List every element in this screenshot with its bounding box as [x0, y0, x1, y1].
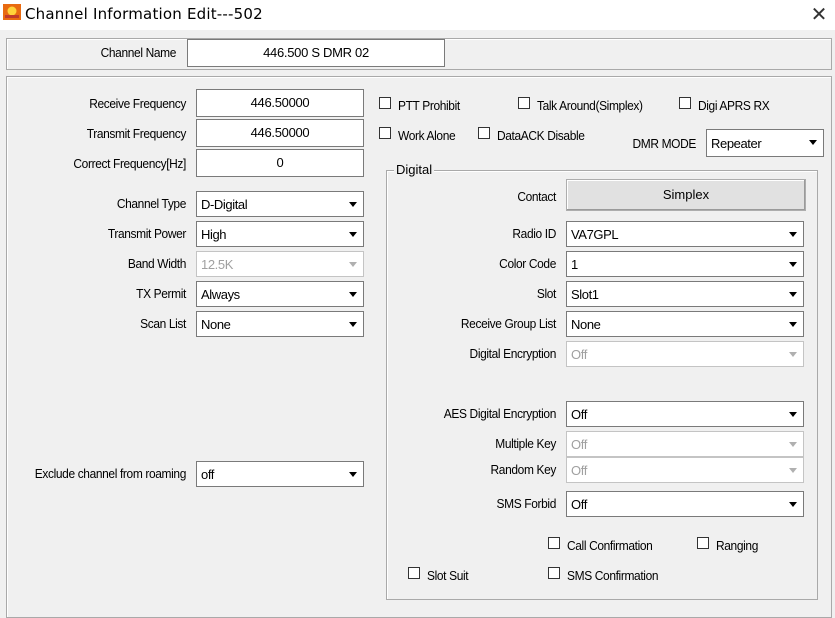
chevron-down-icon[interactable] — [344, 283, 362, 305]
random-key-label: Random Key — [490, 462, 557, 477]
call-confirmation-label: Call Confirmation — [567, 538, 653, 553]
ptt-prohibit-label: PTT Prohibit — [398, 98, 460, 113]
tx-permit-value: Always — [201, 287, 240, 302]
band-width-label: Band Width — [127, 256, 187, 271]
color-code-value: 1 — [571, 257, 578, 272]
window-title: Channel Information Edit---502 — [25, 5, 263, 23]
channel-type-select[interactable]: D-Digital — [196, 191, 364, 217]
transmit-power-select[interactable]: High — [196, 221, 364, 247]
chevron-down-icon[interactable] — [784, 223, 802, 245]
tx-permit-select[interactable]: Always — [196, 281, 364, 307]
dmr-mode-label: DMR MODE — [632, 136, 696, 151]
sms-forbid-select[interactable]: Off — [566, 491, 804, 517]
scan-list-label: Scan List — [140, 316, 186, 331]
chevron-down-icon[interactable] — [784, 493, 802, 515]
slot-suit-checkbox[interactable] — [408, 567, 420, 579]
radio-id-label: Radio ID — [512, 226, 556, 241]
band-width-select: 12.5K — [196, 251, 364, 277]
slot-select[interactable]: Slot1 — [566, 281, 804, 307]
slot-value: Slot1 — [571, 287, 599, 302]
transmit-frequency-label: Transmit Frequency — [86, 126, 187, 141]
dmr-mode-select[interactable]: Repeater — [706, 129, 824, 157]
color-code-select[interactable]: 1 — [566, 251, 804, 277]
scan-list-select[interactable]: None — [196, 311, 364, 337]
tx-permit-label: TX Permit — [136, 286, 186, 301]
exclude-roaming-select[interactable]: off — [196, 461, 364, 487]
chevron-down-icon[interactable] — [344, 313, 362, 335]
channel-name-input[interactable]: 446.500 S DMR 02 — [187, 39, 445, 67]
sms-confirmation-label: SMS Confirmation — [567, 568, 659, 583]
chevron-down-icon[interactable] — [344, 463, 362, 485]
chevron-down-icon[interactable] — [344, 223, 362, 245]
correct-frequency-input[interactable]: 0 — [196, 149, 364, 177]
multiple-key-select: Off — [566, 431, 804, 457]
chevron-down-icon[interactable] — [784, 283, 802, 305]
ranging-checkbox[interactable] — [697, 537, 709, 549]
chevron-down-icon[interactable] — [804, 131, 822, 155]
digital-encryption-label: Digital Encryption — [469, 346, 557, 361]
random-key-value: Off — [571, 463, 587, 478]
channel-name-label: Channel Name — [100, 45, 177, 60]
digital-encryption-select: Off — [566, 341, 804, 367]
aes-digital-encryption-value: Off — [571, 407, 587, 422]
band-width-value: 12.5K — [201, 257, 233, 272]
sms-forbid-value: Off — [571, 497, 587, 512]
contact-button[interactable]: Simplex — [566, 179, 806, 211]
channel-type-label: Channel Type — [116, 196, 187, 211]
close-icon[interactable]: ✕ — [806, 2, 832, 26]
channel-type-value: D-Digital — [201, 197, 248, 212]
chevron-down-icon — [344, 253, 362, 275]
ptt-prohibit-checkbox[interactable] — [379, 97, 391, 109]
chevron-down-icon[interactable] — [784, 313, 802, 335]
sms-confirmation-checkbox[interactable] — [548, 567, 560, 579]
sms-forbid-label: SMS Forbid — [496, 496, 557, 511]
multiple-key-value: Off — [571, 437, 587, 452]
chevron-down-icon — [784, 343, 802, 365]
digital-group-legend: Digital — [394, 162, 435, 177]
receive-group-list-value: None — [571, 317, 601, 332]
talk-around-checkbox[interactable] — [518, 97, 530, 109]
aes-digital-encryption-label: AES Digital Encryption — [443, 406, 557, 421]
correct-frequency-label: Correct Frequency[Hz] — [73, 156, 186, 171]
dataack-disable-checkbox[interactable] — [478, 127, 490, 139]
transmit-power-value: High — [201, 227, 227, 242]
color-code-label: Color Code — [499, 256, 556, 271]
chevron-down-icon — [784, 433, 802, 455]
receive-frequency-label: Receive Frequency — [89, 96, 186, 111]
transmit-power-label: Transmit Power — [107, 226, 187, 241]
dmr-mode-value: Repeater — [711, 136, 762, 151]
exclude-roaming-label: Exclude channel from roaming — [34, 466, 187, 481]
digi-aprs-rx-checkbox[interactable] — [679, 97, 691, 109]
chevron-down-icon — [784, 459, 802, 481]
receive-group-list-label: Receive Group List — [460, 316, 556, 331]
dataack-disable-label: DataACK Disable — [497, 128, 585, 143]
radio-id-select[interactable]: VA7GPL — [566, 221, 804, 247]
exclude-roaming-value: off — [201, 467, 215, 482]
talk-around-label: Talk Around(Simplex) — [537, 98, 643, 113]
work-alone-label: Work Alone — [398, 128, 456, 143]
scan-list-value: None — [201, 317, 231, 332]
aes-digital-encryption-select[interactable]: Off — [566, 401, 804, 427]
receive-frequency-input[interactable]: 446.50000 — [196, 89, 364, 117]
slot-label: Slot — [536, 286, 557, 301]
chevron-down-icon[interactable] — [344, 193, 362, 215]
digital-encryption-value: Off — [571, 347, 587, 362]
slot-suit-label: Slot Suit — [427, 568, 469, 583]
contact-label: Contact — [517, 189, 556, 204]
transmit-frequency-input[interactable]: 446.50000 — [196, 119, 364, 147]
chevron-down-icon[interactable] — [784, 403, 802, 425]
receive-group-list-select[interactable]: None — [566, 311, 804, 337]
digi-aprs-rx-label: Digi APRS RX — [698, 98, 770, 113]
multiple-key-label: Multiple Key — [495, 436, 556, 451]
radio-id-value: VA7GPL — [571, 227, 619, 242]
work-alone-checkbox[interactable] — [379, 127, 391, 139]
app-logo-icon — [3, 4, 21, 20]
ranging-label: Ranging — [716, 538, 758, 553]
call-confirmation-checkbox[interactable] — [548, 537, 560, 549]
random-key-select: Off — [566, 457, 804, 483]
chevron-down-icon[interactable] — [784, 253, 802, 275]
